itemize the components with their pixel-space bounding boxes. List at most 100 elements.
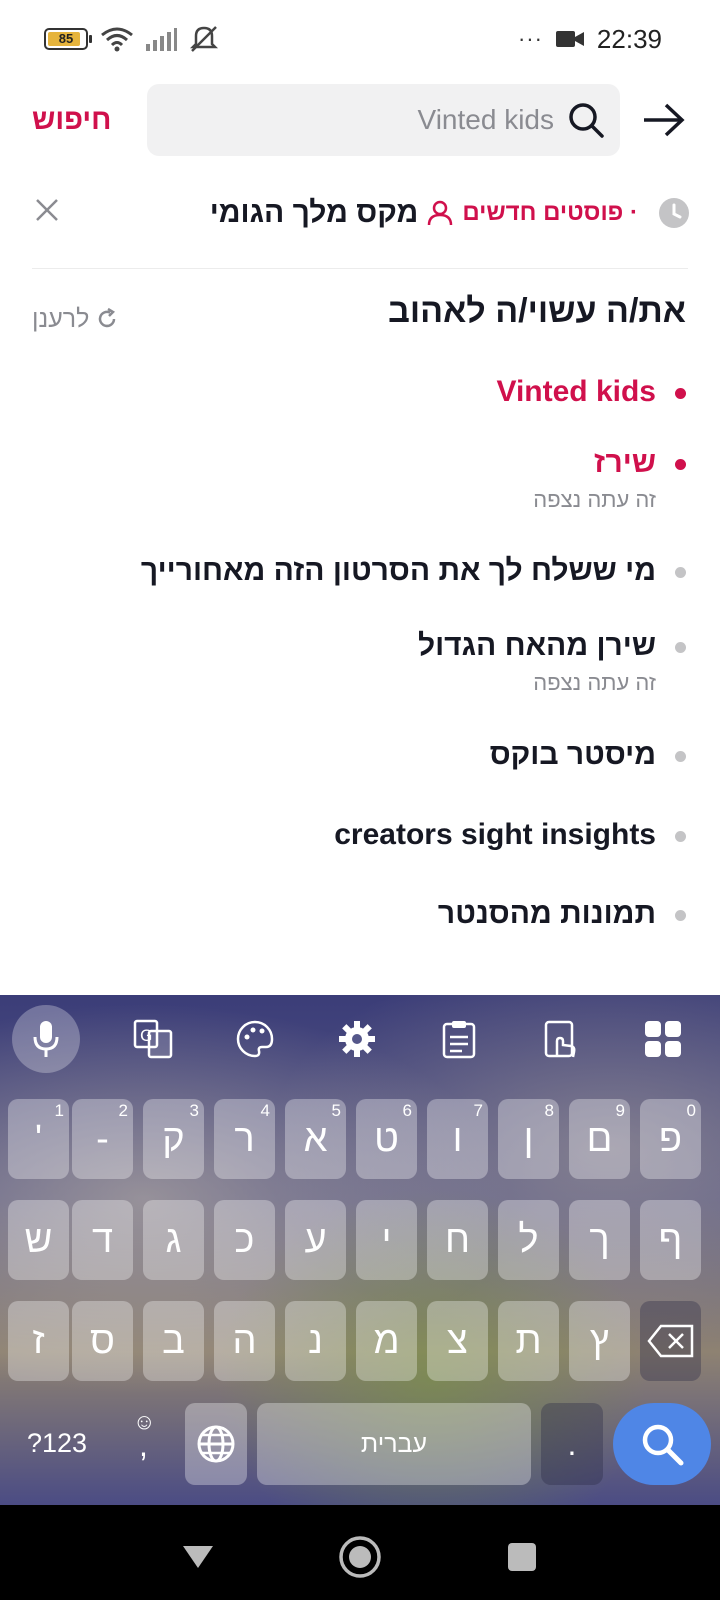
close-icon[interactable] [32, 195, 62, 225]
key[interactable]: ש [8, 1200, 69, 1280]
suggestion-sub: זה עתה נצפה [533, 487, 656, 512]
emoji-comma-key[interactable]: ☺ , [115, 1403, 175, 1483]
key[interactable]: ה [214, 1301, 275, 1381]
key[interactable]: פ0 [640, 1099, 701, 1179]
search-query: Vinted kids [417, 104, 554, 135]
voice-input-button[interactable] [12, 1005, 80, 1073]
key[interactable]: ך [569, 1200, 630, 1280]
key[interactable]: ד [72, 1200, 133, 1280]
key[interactable]: צ [427, 1301, 488, 1381]
svg-text:G: G [140, 1026, 152, 1045]
history-clock-icon [659, 198, 689, 228]
key[interactable]: כ [214, 1200, 275, 1280]
period-key[interactable]: . [541, 1403, 603, 1485]
suggestion-item[interactable]: מיסטר בוקס [46, 733, 686, 777]
key[interactable]: ס [72, 1301, 133, 1381]
clipboard-icon [442, 1021, 476, 1059]
key[interactable]: א5 [285, 1099, 346, 1179]
status-bar: 85 ··· 22:39 [0, 0, 720, 78]
globe-icon [197, 1425, 235, 1463]
key[interactable]: ח [427, 1200, 488, 1280]
clipboard-button[interactable] [437, 1017, 481, 1061]
search-input[interactable]: Vinted kids [147, 84, 620, 156]
bullet [675, 642, 686, 653]
key[interactable]: ו7 [427, 1099, 488, 1179]
translate-button[interactable]: G [131, 1017, 175, 1061]
wifi-icon [101, 27, 133, 52]
suggestion-item[interactable]: שירן מהאח הגדול זה עתה נצפה [46, 624, 686, 698]
search-icon [642, 1424, 684, 1466]
home-nav-button[interactable] [338, 1535, 382, 1579]
mute-icon [189, 26, 219, 52]
refresh-label: לרענן [32, 304, 90, 333]
suggestions-title: את/ה עשוי/ה לאהוב [388, 292, 686, 330]
key[interactable]: ל [498, 1200, 559, 1280]
key[interactable]: ע [285, 1200, 346, 1280]
suggestion-item[interactable]: שירז זה עתה נצפה [46, 441, 686, 515]
apps-button[interactable] [641, 1017, 685, 1061]
more-notifications-icon: ··· [517, 26, 543, 51]
microphone-icon [33, 1021, 59, 1057]
suggestion-label: creators sight insights [334, 818, 656, 851]
one-handed-button[interactable] [539, 1017, 583, 1061]
history-item-label: מקס מלך הגומי [209, 196, 419, 229]
key[interactable]: ב [143, 1301, 204, 1381]
suggestion-sub: זה עתה נצפה [533, 670, 656, 695]
bullet [675, 831, 686, 842]
language-key[interactable] [185, 1403, 247, 1485]
backspace-key[interactable] [640, 1301, 701, 1381]
key[interactable]: י [356, 1200, 417, 1280]
key[interactable]: ת [498, 1301, 559, 1381]
key[interactable]: נ [285, 1301, 346, 1381]
keyboard-toolbar: G [0, 995, 720, 1085]
space-key[interactable]: עברית [257, 1403, 531, 1485]
bullet [675, 751, 686, 762]
search-button[interactable]: חיפוש [32, 98, 111, 142]
keyboard: G פ 0 ם 9 ן 8 ו 7 ט 6 א 5 ר 4 ק 3 - 2 ' … [0, 995, 720, 1505]
backspace-icon [646, 1324, 693, 1358]
key[interactable]: מ [356, 1301, 417, 1381]
bullet [675, 459, 686, 470]
suggestion-label: מי ששלח לך את הסרטון הזה מאחורייך [140, 554, 656, 587]
battery-icon: 85 [44, 28, 92, 50]
gear-icon [339, 1021, 375, 1057]
grid-icon [645, 1021, 681, 1057]
settings-button[interactable] [335, 1017, 379, 1061]
key[interactable]: ם9 [569, 1099, 630, 1179]
suggestion-item[interactable]: creators sight insights [46, 813, 686, 857]
suggestion-label: Vinted kids [496, 375, 657, 408]
key[interactable]: ק3 [143, 1099, 204, 1179]
key[interactable]: ג [143, 1200, 204, 1280]
history-item[interactable]: מקס מלך הגומי · פוסטים חדשים [0, 180, 720, 246]
key[interactable]: ' 1 [8, 1099, 69, 1179]
back-button[interactable] [640, 96, 688, 144]
theme-button[interactable] [233, 1017, 277, 1061]
key[interactable]: -2 [72, 1099, 133, 1179]
clock: 22:39 [596, 23, 662, 54]
suggestion-item[interactable]: תמונות מהסנטר [46, 892, 686, 936]
symbols-key[interactable]: ?123 [14, 1403, 100, 1483]
key[interactable]: ן8 [498, 1099, 559, 1179]
palette-icon [236, 1020, 274, 1058]
back-nav-button[interactable] [176, 1535, 220, 1579]
suggestion-label: מיסטר בוקס [489, 738, 656, 771]
bullet [675, 910, 686, 921]
signal-icon [146, 28, 177, 51]
key[interactable]: ז [8, 1301, 69, 1381]
video-camera-icon [555, 31, 584, 47]
recents-nav-button[interactable] [500, 1535, 544, 1579]
suggestion-item[interactable]: Vinted kids [46, 370, 686, 414]
translate-icon: G [133, 1019, 173, 1059]
refresh-button[interactable]: לרענן [32, 300, 119, 338]
battery-level: 85 [58, 31, 74, 46]
key[interactable]: ץ [569, 1301, 630, 1381]
bullet [675, 567, 686, 578]
suggestion-label: תמונות מהסנטר [437, 897, 656, 930]
one-handed-icon [544, 1020, 576, 1058]
square-icon [508, 1543, 536, 1571]
key[interactable]: ף [640, 1200, 701, 1280]
key[interactable]: ר4 [214, 1099, 275, 1179]
suggestion-item[interactable]: מי ששלח לך את הסרטון הזה מאחורייך [46, 549, 686, 593]
key[interactable]: ט6 [356, 1099, 417, 1179]
keyboard-search-key[interactable] [613, 1403, 711, 1485]
